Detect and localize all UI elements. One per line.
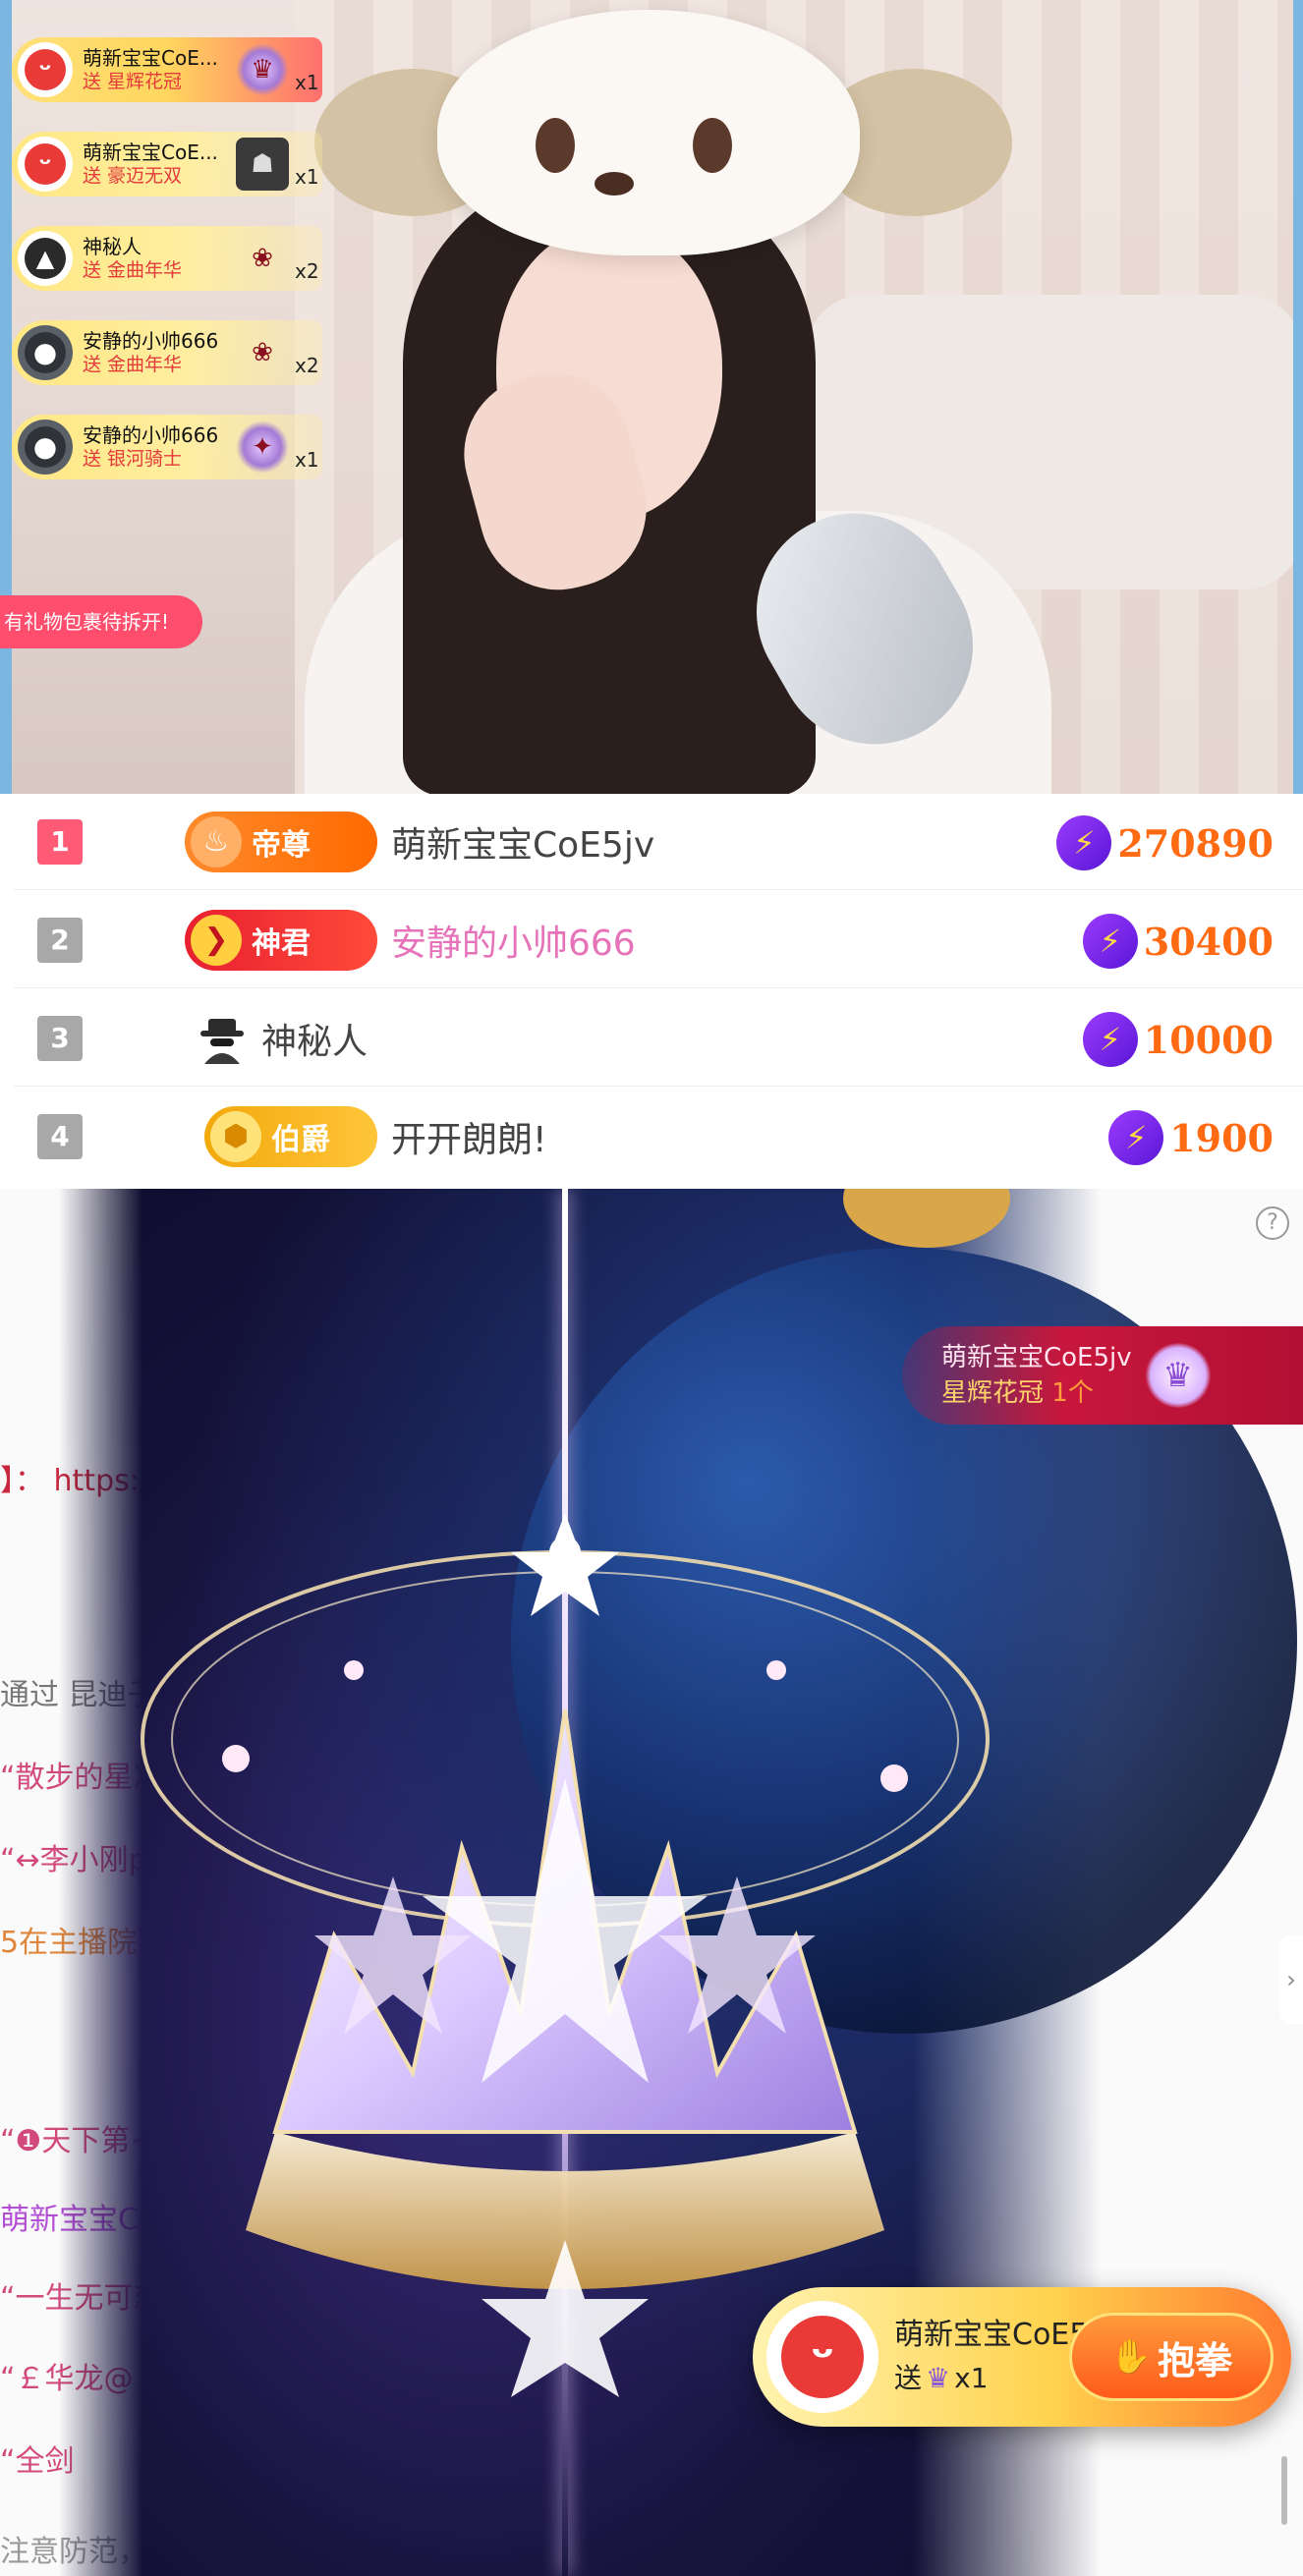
badge-label: 帝尊: [252, 827, 311, 863]
lightning-icon: ⚡: [1108, 1110, 1164, 1165]
salute-button[interactable]: ✋ 抱拳: [1069, 2313, 1274, 2401]
rank-number: 1: [37, 818, 83, 865]
salute-button-label: 抱拳: [1158, 2338, 1233, 2382]
gift-toast[interactable]: ᵕ 萌新宝宝CoE... 送 星辉花冠 ♛ x1: [12, 37, 322, 102]
thanks-sub-label: 送: [894, 2362, 923, 2394]
mystery-user-icon: [200, 1018, 244, 1064]
crown-icon: ♛: [926, 2362, 951, 2394]
gift-description: 送 豪迈无双: [83, 165, 183, 187]
thanks-user-name: 萌新宝宝CoE5jv: [894, 2318, 1087, 2352]
gift-sender-name: 萌新宝宝CoE...: [83, 46, 218, 70]
sheep-hat-filter: [437, 10, 860, 255]
score: ⚡ 10000: [1082, 1012, 1274, 1067]
gift-package-pill[interactable]: 有礼物包裹待拆开!: [0, 595, 202, 648]
rank-number: 4: [37, 1114, 83, 1159]
thanks-card: ᵕ 萌新宝宝CoE5jv 送♛x1 ✋抱拳: [753, 2287, 1291, 2427]
chevron-down-icon: ❯: [191, 914, 242, 966]
score-value: 270890: [1117, 820, 1274, 866]
red-smile-avatar: ᵕ: [766, 2301, 878, 2413]
rose-icon: ❀: [252, 244, 273, 273]
gift-count: x2: [295, 259, 319, 283]
figure-icon: ☗: [236, 138, 289, 191]
gift-count: x1: [295, 71, 319, 94]
rose-icon: ❀: [252, 338, 273, 367]
user-name: 安静的小帅666: [391, 923, 636, 964]
rank-badge: ⬢ 伯爵: [204, 1106, 377, 1167]
lightning-icon: ⚡: [1056, 815, 1112, 870]
score: ⚡ 30400: [1082, 914, 1274, 969]
lightning-icon: ⚡: [1082, 1012, 1138, 1067]
crown-icon: ♛: [1145, 1343, 1211, 1408]
ranking-row[interactable]: 2 ❯ 神君 安静的小帅666 ⚡ 30400: [14, 892, 1303, 988]
score: ⚡ 270890: [1056, 815, 1274, 870]
rank-number: 3: [37, 1015, 83, 1061]
score-value: 30400: [1143, 919, 1274, 964]
sheep-nose: [595, 172, 634, 196]
gift-toast[interactable]: ● 安静的小帅666 送 金曲年华 ❀ x2: [12, 320, 322, 385]
knight-icon: ✦: [236, 420, 289, 474]
rank-badge: ♨ 帝尊: [185, 811, 377, 872]
dark-avatar: ●: [18, 420, 73, 475]
sheep-eye-right: [693, 118, 732, 173]
gift-toast[interactable]: ● 安静的小帅666 送 银河骑士 ✦ x1: [12, 415, 322, 479]
gift-sender-name: 萌新宝宝CoE...: [83, 140, 218, 164]
gift-count: x1: [295, 448, 319, 472]
user-name: 开开朗朗!: [391, 1120, 547, 1160]
badge-label: 伯爵: [271, 1123, 330, 1157]
shield-icon: ⬢: [210, 1111, 261, 1162]
gift-count: x1: [295, 165, 319, 189]
chat-scrollbar[interactable]: [1281, 2456, 1287, 2525]
video-right-edge: [1293, 0, 1303, 794]
crown-icon: ♛: [236, 43, 289, 96]
gift-toast[interactable]: ▲ 神秘人送 金曲年华 ❀ x2: [12, 226, 322, 291]
rank-number: 2: [37, 917, 83, 963]
red-smile-avatar: ᵕ: [18, 42, 73, 97]
gift-sender-name: 安静的小帅666: [83, 329, 219, 353]
user-name: 萌新宝宝CoE5jv: [391, 824, 655, 866]
gift-sender-name: 安静的小帅666: [83, 423, 219, 447]
gift-description: 送 星辉花冠: [83, 71, 183, 92]
score-value: 10000: [1143, 1017, 1274, 1062]
user-name: 神秘人: [261, 1021, 368, 1062]
chevron-right-icon[interactable]: ›: [1279, 1935, 1303, 2024]
lightning-icon: ⚡: [1082, 914, 1138, 969]
gift-banner-count: 1个: [1051, 1378, 1094, 1408]
live-video[interactable]: ᵕ 萌新宝宝CoE... 送 星辉花冠 ♛ x1 ᵕ 萌新宝宝CoE... 送 豪迈…: [0, 0, 1303, 794]
gift-description: 送 金曲年华: [83, 259, 183, 281]
ranking-row[interactable]: 1 ♨ 帝尊 萌新宝宝CoE5jv ⚡ 270890: [14, 794, 1303, 890]
gift-description: 送 金曲年华: [83, 354, 183, 375]
gift-count: x2: [295, 354, 319, 377]
mystery-avatar: ▲: [18, 231, 73, 286]
chat-panel: 聊天 】： https://v.6 通过 昆迪子了 “散步的星X “↔李小刚p …: [0, 1189, 1303, 2576]
red-smile-avatar: ᵕ: [18, 137, 73, 192]
ranking-row[interactable]: 4 ⬢ 伯爵 开开朗朗! ⚡ 1900: [14, 1089, 1303, 1185]
thanks-count: x1: [954, 2362, 989, 2394]
live-stream-screen: ᵕ 萌新宝宝CoE... 送 星辉花冠 ♛ x1 ᵕ 萌新宝宝CoE... 送 豪迈…: [0, 0, 1303, 2576]
ranking-row[interactable]: 3 神秘人 ⚡ 10000: [14, 990, 1303, 1087]
dark-avatar: ●: [18, 325, 73, 380]
gift-sender-name: 神秘人: [83, 235, 142, 258]
salute-hand-icon: ✋: [1109, 2337, 1153, 2377]
rank-badge: ❯ 神君: [185, 909, 377, 971]
flame-icon: ♨: [191, 815, 242, 868]
gift-description: 送 银河骑士: [83, 448, 183, 470]
gift-banner-name: 萌新宝宝CoE5jv: [941, 1343, 1132, 1372]
gift-toast[interactable]: ᵕ 萌新宝宝CoE... 送 豪迈无双 ☗ x1: [12, 132, 322, 196]
gift-banner-gift: 星辉花冠: [941, 1378, 1045, 1408]
gift-banner[interactable]: 萌新宝宝CoE5jv 星辉花冠 1个 ♛: [902, 1326, 1303, 1425]
sheep-eye-left: [536, 118, 575, 173]
score: ⚡ 1900: [1108, 1110, 1274, 1165]
score-value: 1900: [1169, 1115, 1274, 1160]
badge-label: 神君: [252, 925, 311, 961]
contribution-ranking: 1 ♨ 帝尊 萌新宝宝CoE5jv ⚡ 270890 2 ❯ 神君 安静的小帅666 …: [0, 794, 1303, 1189]
help-icon[interactable]: ?: [1256, 1206, 1289, 1240]
video-left-edge: [0, 0, 12, 794]
